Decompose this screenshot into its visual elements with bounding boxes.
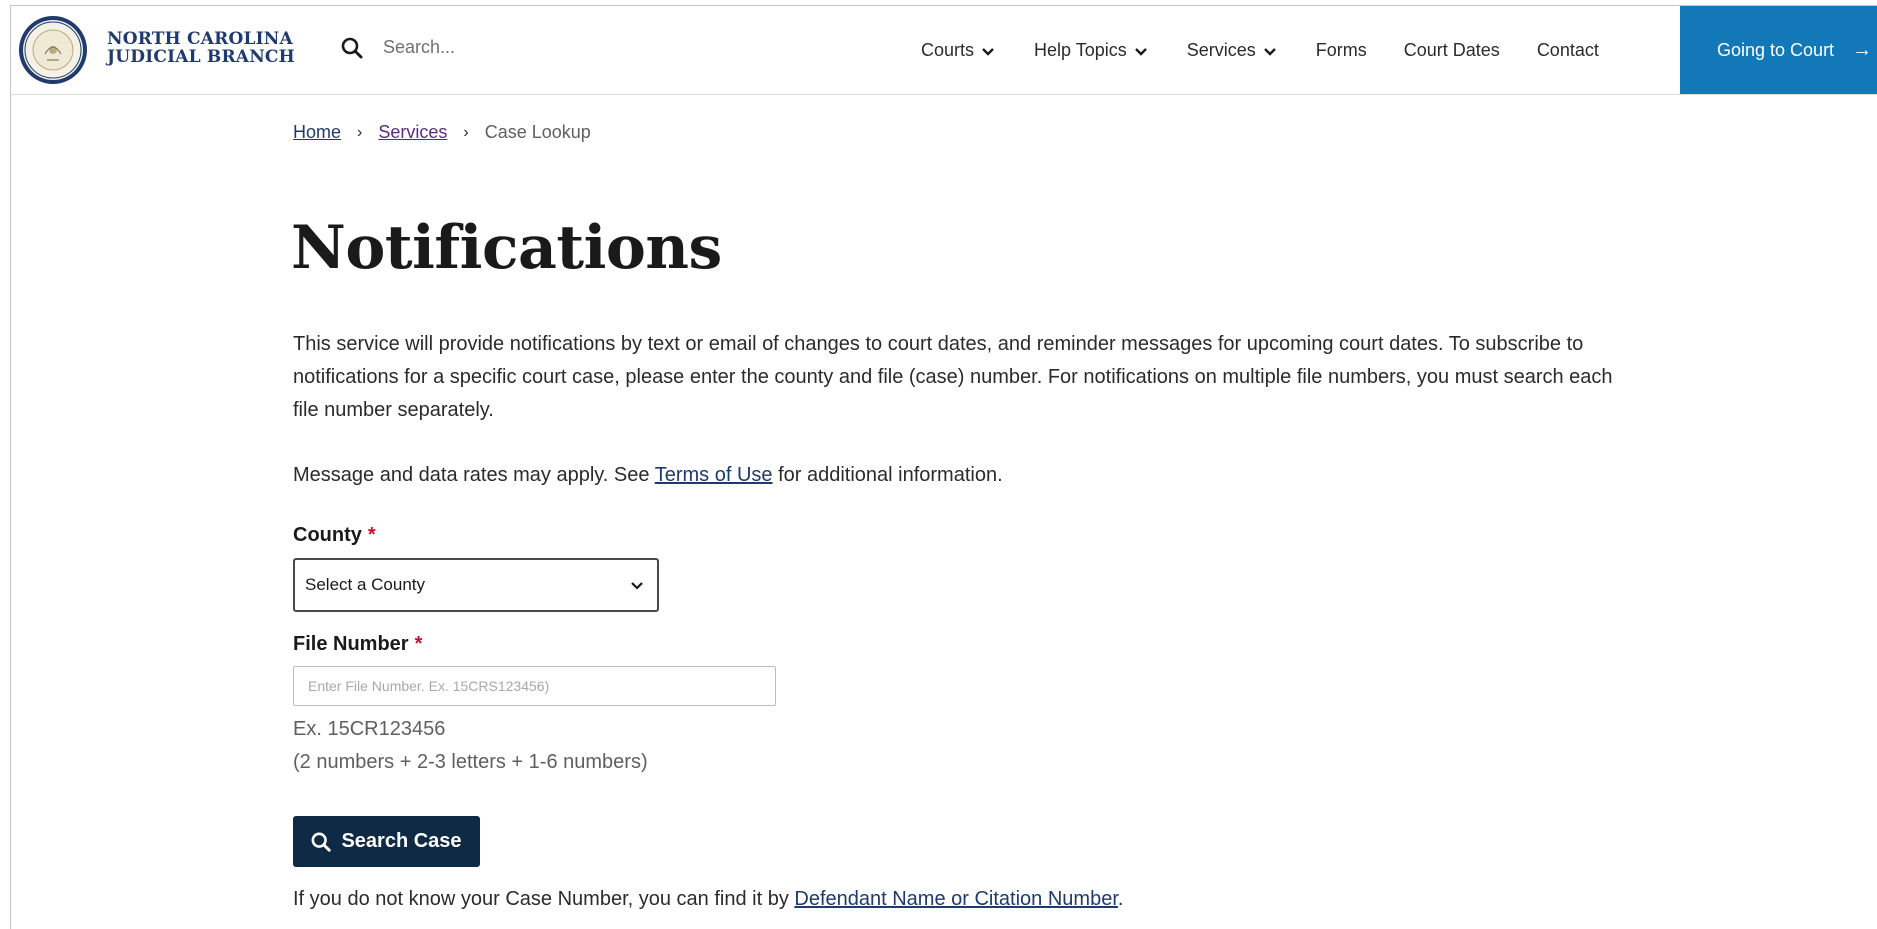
search-icon [311, 832, 332, 852]
intro-paragraph: This service will provide notifications … [293, 333, 1613, 421]
lookup-alternative-note: If you do not know your Case Number, you… [293, 888, 1123, 911]
page-content: This service will provide notifications … [293, 328, 1623, 492]
file-number-label-text: File Number [293, 633, 409, 655]
breadcrumb-current: Case Lookup [484, 122, 591, 142]
site-header: NORTH CAROLINA JUDICIAL BRANCH Courts He… [11, 6, 1877, 95]
county-label: County * [293, 524, 376, 547]
breadcrumb-services[interactable]: Services [378, 122, 447, 143]
site-search [341, 36, 645, 59]
nav-label: Courts [921, 39, 975, 60]
note-prefix: If you do not know your Case Number, you… [293, 888, 795, 910]
county-label-text: County [293, 524, 362, 546]
nav-label: Forms [1315, 39, 1367, 60]
nav-label: Services [1186, 39, 1256, 60]
arrow-right-icon: → [1852, 38, 1873, 61]
county-select[interactable]: Select a County [293, 558, 659, 612]
file-number-hint: Ex. 15CR123456 (2 numbers + 2-3 letters … [293, 713, 648, 779]
cta-label: Going to Court [1717, 39, 1835, 60]
required-marker: * [367, 524, 376, 546]
breadcrumb: Home › Services › Case Lookup [293, 122, 591, 143]
hint-example: Ex. 15CR123456 [293, 718, 446, 740]
defendant-name-link[interactable]: Defendant Name or Citation Number [794, 888, 1118, 910]
note-suffix: . [1117, 888, 1124, 910]
breadcrumb-home[interactable]: Home [293, 122, 341, 143]
seal-icon [19, 16, 87, 84]
nav-contact[interactable]: Contact [1537, 40, 1599, 61]
nav-label: Help Topics [1034, 39, 1127, 60]
file-number-input[interactable] [293, 666, 776, 706]
nav-label: Court Dates [1403, 39, 1500, 60]
page-title: Notifications [291, 213, 722, 283]
rates-suffix: for additional information. [772, 464, 1003, 486]
search-icon[interactable] [341, 37, 363, 59]
search-case-button[interactable]: Search Case [293, 816, 480, 867]
breadcrumb-separator: › [463, 123, 469, 141]
terms-of-use-link[interactable]: Terms of Use [655, 464, 773, 486]
nav-services[interactable]: Services [1187, 40, 1276, 61]
required-marker: * [414, 633, 423, 655]
chevron-down-icon [1263, 40, 1276, 61]
chevron-down-icon [1134, 40, 1147, 61]
brand-line-1: NORTH CAROLINA [107, 29, 293, 49]
search-input[interactable] [381, 36, 645, 59]
file-number-label: File Number * [293, 633, 422, 656]
rates-paragraph: Message and data rates may apply. See Te… [293, 459, 1623, 492]
county-selected-value: Select a County [305, 575, 426, 594]
nav-forms[interactable]: Forms [1316, 40, 1367, 61]
rates-prefix: Message and data rates may apply. See [293, 464, 655, 486]
chevron-down-icon [982, 40, 994, 61]
search-case-label: Search Case [341, 830, 462, 852]
site-brand[interactable]: NORTH CAROLINA JUDICIAL BRANCH [107, 30, 295, 66]
going-to-court-button[interactable]: Going to Court → [1680, 6, 1877, 94]
nav-label: Contact [1536, 39, 1599, 60]
hint-format: (2 numbers + 2-3 letters + 1-6 numbers) [293, 751, 648, 773]
breadcrumb-separator: › [357, 123, 363, 141]
nav-courts[interactable]: Courts [921, 40, 994, 61]
main-nav: Courts Help Topics Services Forms Court … [921, 6, 1636, 94]
brand-line-2: JUDICIAL BRANCH [107, 47, 295, 67]
state-seal-logo[interactable] [17, 14, 89, 86]
chevron-down-icon [631, 575, 643, 595]
nav-court-dates[interactable]: Court Dates [1404, 40, 1500, 61]
browser-viewport: NORTH CAROLINA JUDICIAL BRANCH Courts He… [10, 5, 1877, 929]
nav-help-topics[interactable]: Help Topics [1034, 40, 1147, 61]
